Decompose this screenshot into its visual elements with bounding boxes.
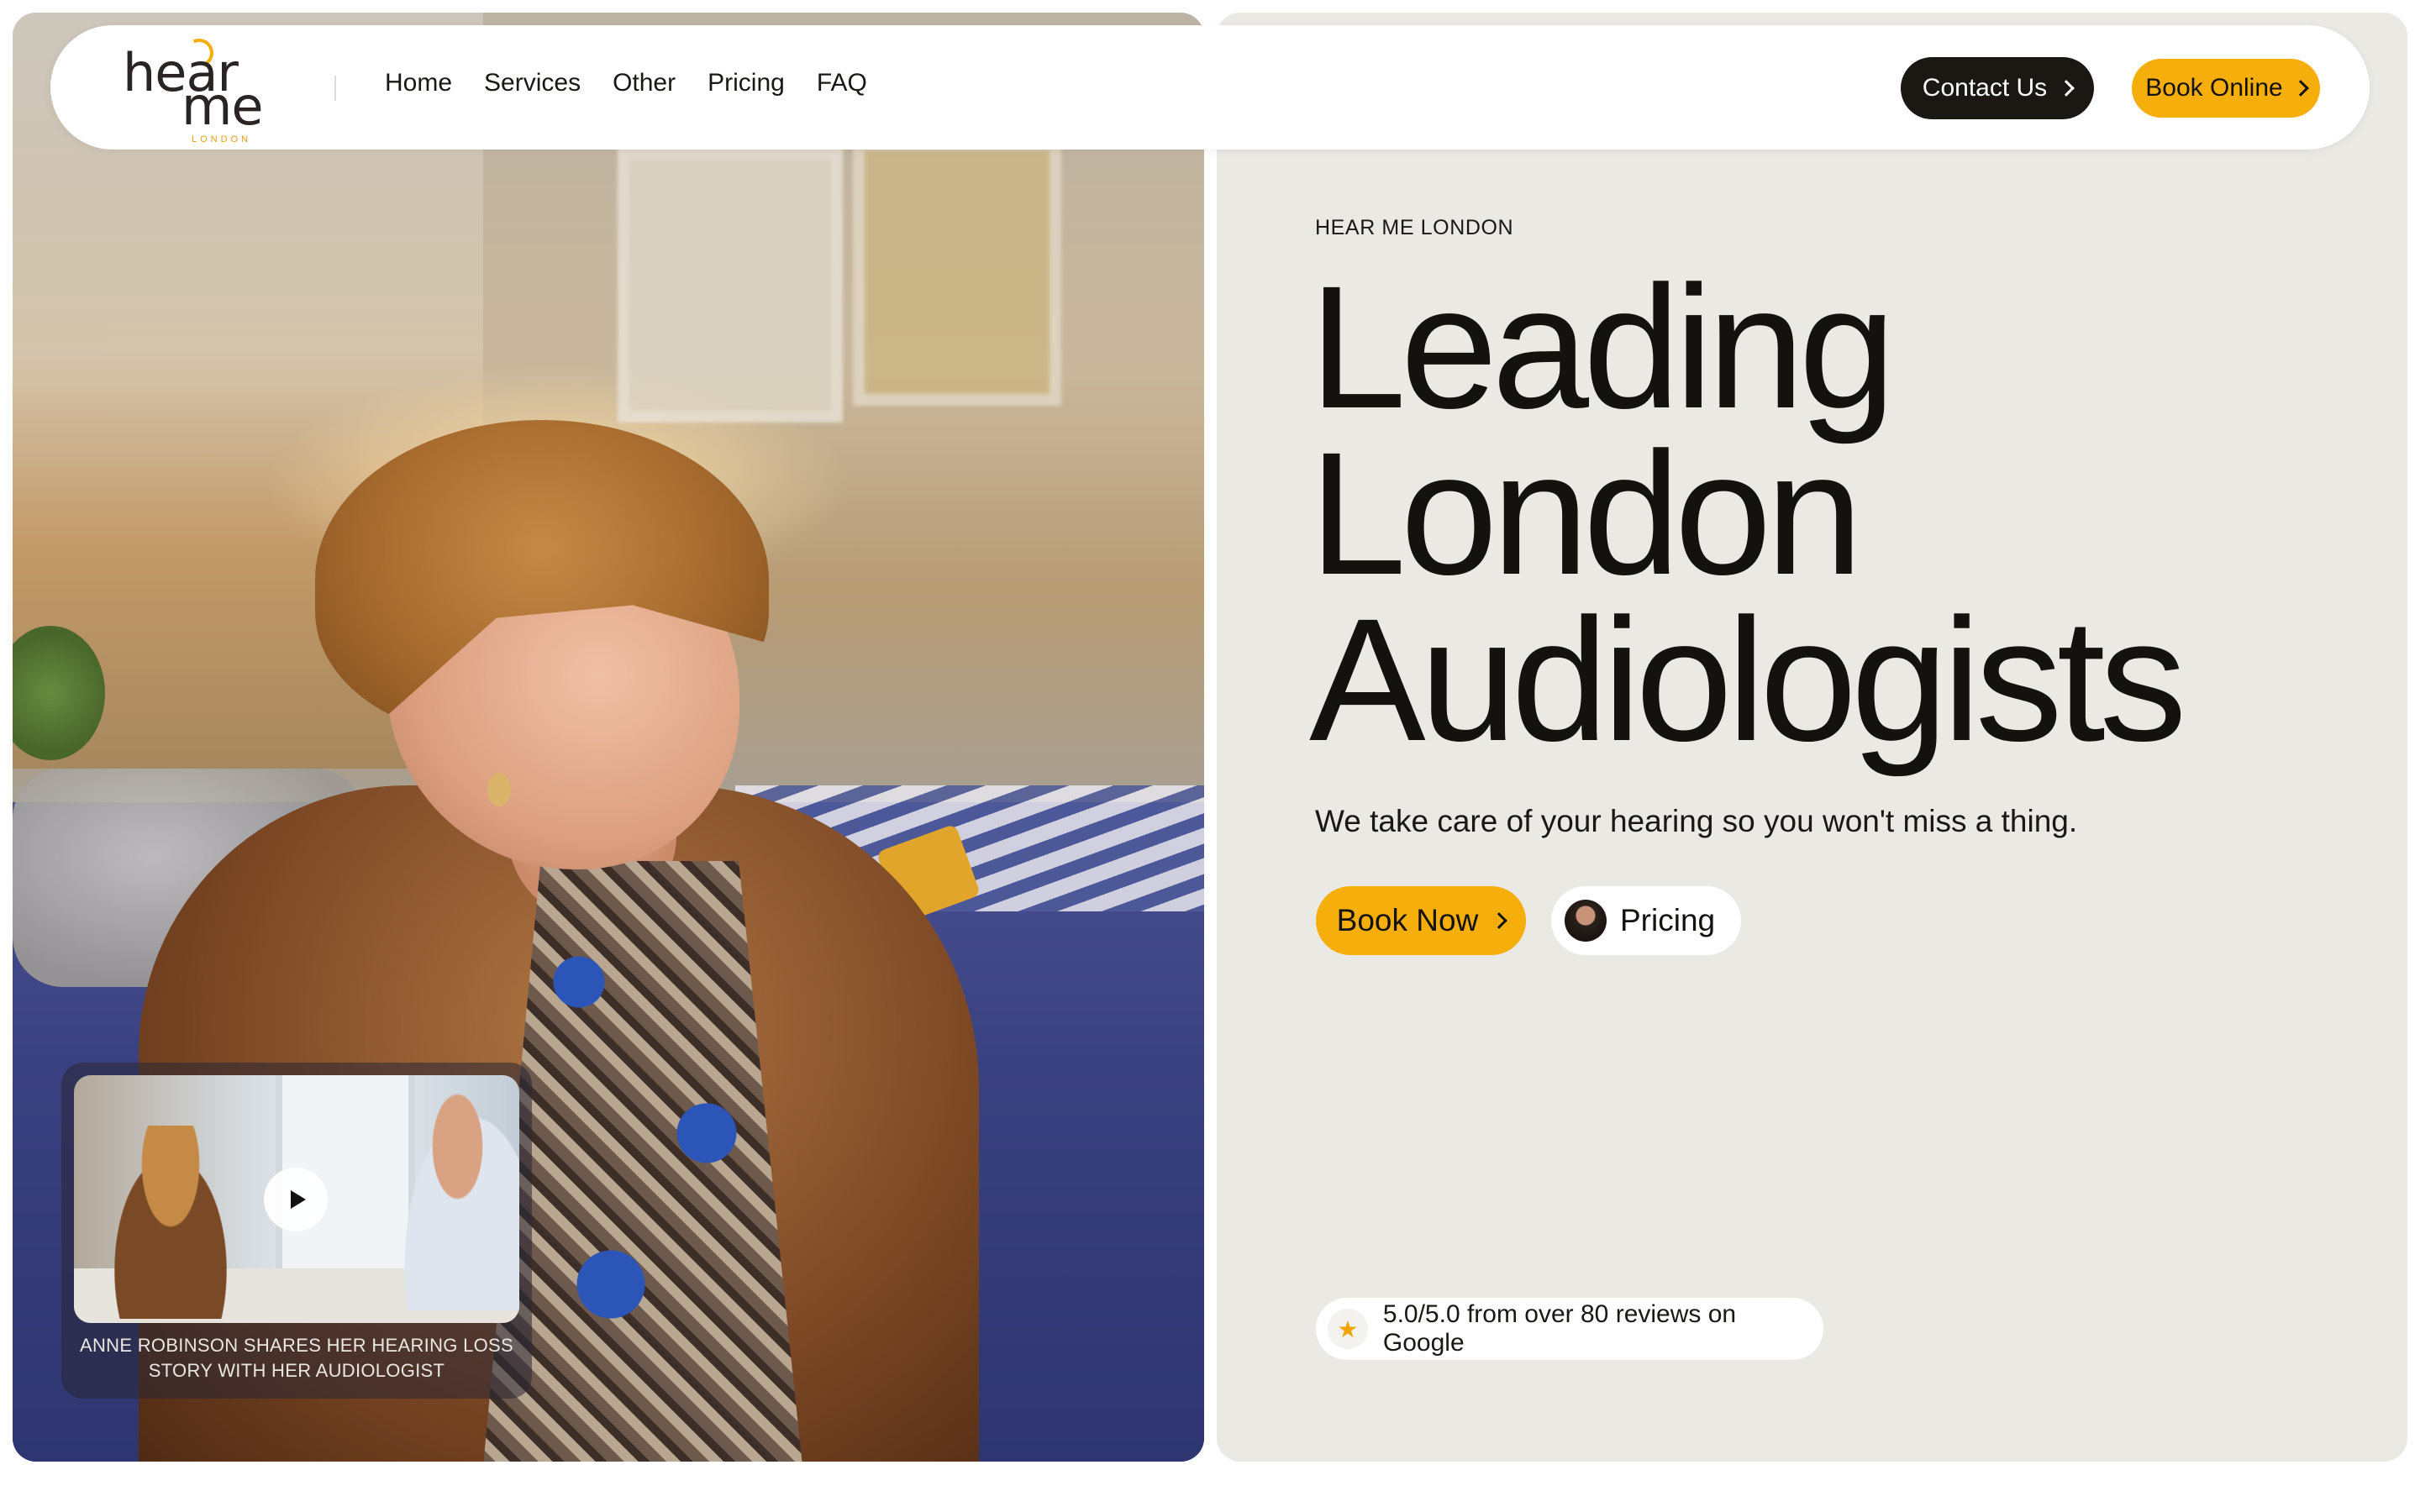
hero-photo: ANNE ROBINSON SHARES HER HEARING LOSS ST… [13,13,1204,1462]
reviews-text: 5.0/5.0 from over 80 reviews on Google [1382,1300,1737,1357]
nav-other[interactable]: Other [613,69,676,97]
logo-word-london: LONDON [192,134,252,144]
book-now-label: Book Now [1336,903,1479,937]
video-thumbnail[interactable] [74,1075,519,1323]
thumbnail-person-left [99,1126,242,1319]
logo[interactable]: hear me LONDON [123,34,291,144]
photo-picture-frame [853,139,1061,406]
site-header: hear me LONDON Home Services Other Prici… [50,25,2370,150]
contact-us-label: Contact Us [1922,74,2048,102]
chevron-right-icon [2058,80,2075,97]
chevron-right-icon [1491,912,1508,929]
video-card[interactable]: ANNE ROBINSON SHARES HER HEARING LOSS ST… [61,1063,532,1399]
hero-headline: Leading London Audiologists [1309,250,2368,778]
nav-faq[interactable]: FAQ [817,69,867,97]
hero-panel: HEAR ME LONDON Leading London Audiologis… [1217,13,2407,1462]
logo-word-me: me [182,76,264,137]
play-button[interactable] [264,1168,328,1231]
star-icon: ★ [1328,1309,1368,1349]
book-online-label: Book Online [2145,74,2283,102]
reviews-badge[interactable]: ★ 5.0/5.0 from over 80 reviews on Google [1316,1298,1823,1360]
nav-services[interactable]: Services [484,69,581,97]
book-now-button[interactable]: Book Now [1316,886,1526,955]
nav-pricing[interactable]: Pricing [708,69,785,97]
main-nav: Home Services Other Pricing FAQ [385,69,867,97]
headline-line-3: Audiologists [1309,583,2187,778]
video-caption: ANNE ROBINSON SHARES HER HEARING LOSS ST… [80,1335,513,1381]
photo-picture-frame [618,147,843,423]
pricing-label: Pricing [1620,903,1716,937]
play-icon [290,1190,306,1209]
book-online-button[interactable]: Book Online [2132,59,2320,118]
avatar [1565,900,1607,942]
photo-person-earring [487,773,511,806]
header-divider [334,76,336,101]
hero-eyebrow: HEAR ME LONDON [1315,216,1514,239]
hero-subline: We take care of your hearing so you won'… [1315,804,2078,838]
headline-line-2: London [1309,417,1863,612]
pricing-button[interactable]: Pricing [1551,886,1741,955]
headline-line-1: Leading [1309,250,1896,445]
chevron-right-icon [2291,80,2309,97]
nav-home[interactable]: Home [385,69,452,97]
contact-us-button[interactable]: Contact Us [1901,57,2094,119]
thumbnail-person-right [393,1092,519,1310]
